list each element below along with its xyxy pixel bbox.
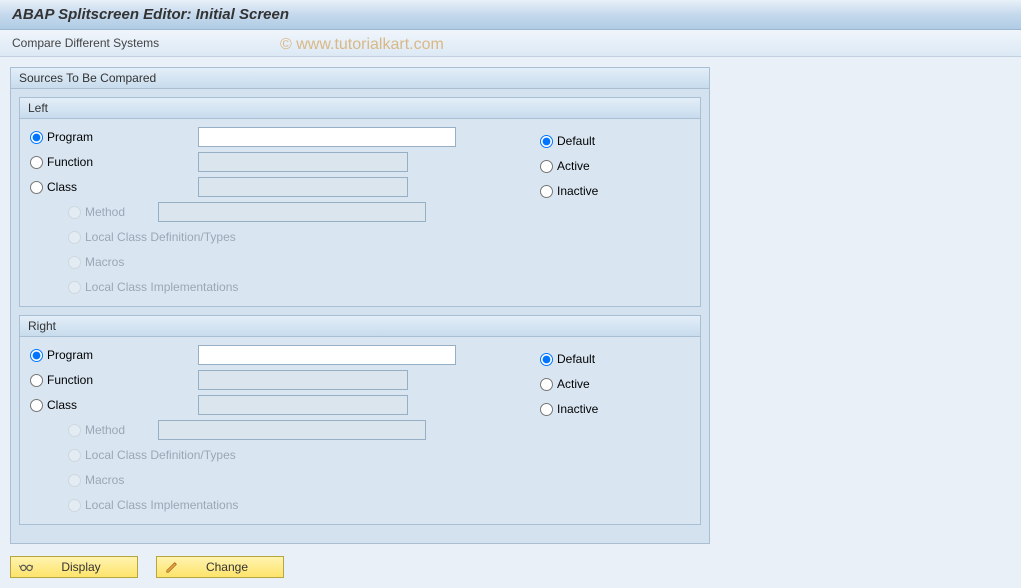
right-localimpl-radio: Local Class Implementations bbox=[68, 498, 348, 512]
compare-systems-link[interactable]: Compare Different Systems bbox=[12, 36, 159, 50]
right-title: Right bbox=[20, 316, 700, 337]
display-button[interactable]: Display bbox=[10, 556, 138, 578]
right-function-radio[interactable]: Function bbox=[30, 373, 198, 387]
right-group: Right Program Function Class bbox=[19, 315, 701, 525]
pencil-icon bbox=[165, 560, 179, 574]
right-program-input[interactable] bbox=[198, 345, 456, 365]
left-group: Left Program Function Class bbox=[19, 97, 701, 307]
left-class-input[interactable] bbox=[198, 177, 408, 197]
button-row: Display Change bbox=[10, 552, 1011, 578]
right-class-input[interactable] bbox=[198, 395, 408, 415]
change-label: Change bbox=[179, 560, 275, 574]
change-button[interactable]: Change bbox=[156, 556, 284, 578]
right-program-radio[interactable]: Program bbox=[30, 348, 198, 362]
right-status-active[interactable]: Active bbox=[540, 372, 650, 396]
glasses-icon bbox=[19, 560, 33, 574]
left-program-radio[interactable]: Program bbox=[30, 130, 198, 144]
left-function-input[interactable] bbox=[198, 152, 408, 172]
right-function-input[interactable] bbox=[198, 370, 408, 390]
left-status-active[interactable]: Active bbox=[540, 154, 650, 178]
right-class-radio[interactable]: Class bbox=[30, 398, 198, 412]
left-title: Left bbox=[20, 98, 700, 119]
right-macros-radio: Macros bbox=[68, 473, 236, 487]
left-method-input bbox=[158, 202, 426, 222]
right-localdef-radio: Local Class Definition/Types bbox=[68, 448, 348, 462]
page-title: ABAP Splitscreen Editor: Initial Screen bbox=[0, 0, 1021, 30]
left-class-radio[interactable]: Class bbox=[30, 180, 198, 194]
right-method-input bbox=[158, 420, 426, 440]
left-macros-radio: Macros bbox=[68, 255, 236, 269]
sources-group: Sources To Be Compared Left Program Func… bbox=[10, 67, 710, 544]
display-label: Display bbox=[33, 560, 129, 574]
right-status-default[interactable]: Default bbox=[540, 347, 650, 371]
left-program-input[interactable] bbox=[198, 127, 456, 147]
left-status-inactive[interactable]: Inactive bbox=[540, 179, 650, 203]
left-function-radio[interactable]: Function bbox=[30, 155, 198, 169]
toolbar: Compare Different Systems bbox=[0, 30, 1021, 57]
left-status-default[interactable]: Default bbox=[540, 129, 650, 153]
right-status-inactive[interactable]: Inactive bbox=[540, 397, 650, 421]
sources-title: Sources To Be Compared bbox=[11, 68, 709, 89]
main-area: Sources To Be Compared Left Program Func… bbox=[0, 57, 1021, 588]
left-localimpl-radio: Local Class Implementations bbox=[68, 280, 348, 294]
left-localdef-radio: Local Class Definition/Types bbox=[68, 230, 348, 244]
